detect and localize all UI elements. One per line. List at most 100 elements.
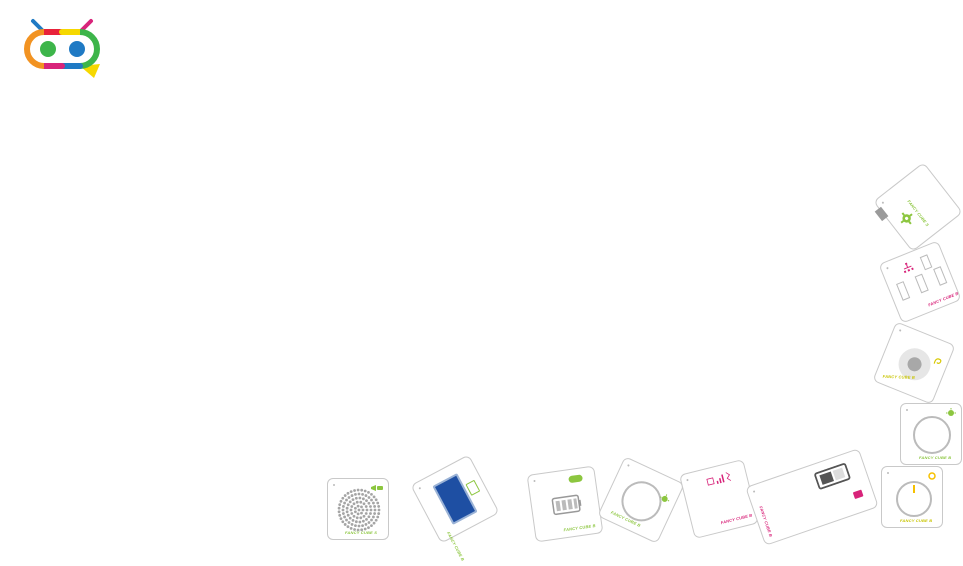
connector-slot-icon — [914, 273, 929, 294]
grille-hole — [372, 521, 376, 525]
grille-hole — [347, 521, 351, 524]
battery-icon — [551, 494, 582, 516]
corner-dot — [533, 479, 536, 483]
megaphone-icon — [371, 485, 383, 491]
wireless-cube[interactable]: FANCY CUBE B — [678, 458, 760, 540]
grille-hole — [370, 518, 373, 522]
knob-cube[interactable]: FANCY CUBE B — [881, 466, 943, 528]
grille-hole — [370, 498, 373, 502]
grille-hole — [350, 512, 354, 515]
cube-label: FANCY CUBE B — [919, 455, 952, 460]
grille-hole — [356, 512, 360, 516]
grille-hole — [337, 506, 341, 510]
corner-dot — [881, 201, 885, 205]
grille-hole — [345, 506, 349, 510]
grille-hole — [343, 515, 346, 519]
grille-hole — [361, 524, 364, 527]
cube-label: FANCY CUBE S — [345, 530, 378, 535]
grille-hole — [360, 505, 363, 509]
speaker-cube[interactable]: FANCY CUBE S — [327, 478, 389, 540]
grille-hole — [350, 505, 354, 508]
grille-hole — [367, 521, 371, 524]
grille-hole — [364, 512, 368, 515]
grille-hole — [373, 512, 376, 515]
light-ring-cube[interactable]: FANCY CUBE B — [597, 456, 685, 544]
grille-hole — [349, 490, 353, 494]
connector-slot-icon — [919, 254, 933, 271]
grille-hole — [341, 508, 345, 512]
grille-hole — [349, 508, 353, 512]
screen-cube[interactable]: FANCY CUBE B — [410, 454, 500, 562]
grille-hole — [346, 503, 350, 507]
cube-label: FANCY CUBE B — [563, 522, 596, 533]
grille-hole — [364, 505, 368, 508]
grille-hole — [367, 496, 371, 499]
grille-hole — [372, 495, 376, 499]
grille-hole — [337, 510, 341, 514]
grille-hole — [346, 491, 350, 495]
grille-hole — [354, 520, 358, 524]
grille-hole — [364, 494, 368, 497]
grille-hole — [357, 524, 361, 528]
grille-hole — [341, 520, 345, 524]
grille-hole — [341, 496, 345, 500]
power-switch-icon — [814, 463, 851, 490]
grille-hole — [352, 514, 356, 518]
grille-hole — [373, 505, 376, 508]
grille-hole — [361, 493, 364, 496]
grille-hole — [369, 512, 372, 515]
grille-hole — [359, 516, 363, 520]
grille-hole — [372, 501, 375, 505]
cube-label: FANCY CUBE B — [900, 518, 933, 523]
grille-hole — [362, 502, 366, 506]
grille-hole — [372, 515, 375, 519]
sun-icon — [928, 472, 936, 480]
antenna-connector-icon — [874, 206, 889, 222]
grille-hole — [345, 518, 348, 522]
grille-hole — [343, 494, 347, 497]
speaker-grille-icon — [337, 488, 381, 532]
light-ring-icon — [913, 416, 951, 454]
corner-dot — [686, 478, 689, 482]
corner-dot — [886, 266, 889, 270]
rotary-knob-icon — [896, 481, 932, 517]
grille-hole — [376, 501, 380, 505]
corner-dot — [333, 484, 335, 486]
gear-cube[interactable]: FANCY CUBE S — [873, 162, 963, 252]
robot-face-logo-icon — [18, 16, 108, 82]
grille-hole — [354, 524, 357, 527]
grille-hole — [348, 500, 352, 504]
grille-hole — [365, 508, 369, 512]
grille-hole — [348, 516, 352, 520]
grille-hole — [377, 505, 381, 508]
grille-hole — [345, 498, 348, 502]
battery-cube[interactable]: FANCY CUBE B — [526, 465, 604, 543]
cube-label: FANCY CUBE B — [882, 373, 916, 380]
grille-hole — [377, 512, 381, 515]
network-hub-icon — [903, 262, 914, 274]
cube-label: FANCY CUBE B — [927, 290, 960, 308]
grille-hole — [350, 494, 354, 497]
grille-hole — [356, 488, 360, 492]
grille-hole — [342, 505, 345, 508]
grille-hole — [355, 516, 359, 520]
grille-hole — [359, 500, 363, 504]
grille-hole — [354, 493, 357, 496]
corner-dot — [887, 472, 889, 474]
bulb-icon — [946, 408, 956, 416]
corner-dot — [898, 329, 902, 332]
grille-hole — [370, 524, 373, 528]
grille-hole — [346, 525, 350, 529]
connector-slot-icon — [896, 281, 911, 301]
cube-label: FANCY CUBE B — [720, 512, 753, 526]
grille-hole — [353, 510, 357, 514]
grille-hole — [356, 504, 360, 508]
sensor-cube[interactable]: FANCY CUBE B — [872, 321, 956, 405]
grille-hole — [367, 526, 370, 530]
network-cube[interactable]: FANCY CUBE B — [878, 240, 962, 324]
light-ring-cube-2[interactable]: FANCY CUBE B — [900, 403, 962, 465]
power-cube[interactable]: FANCY CUBE B — [745, 448, 879, 546]
cube-label: FANCY CUBE B — [758, 505, 774, 538]
grille-hole — [367, 515, 371, 519]
grille-hole — [364, 523, 368, 526]
